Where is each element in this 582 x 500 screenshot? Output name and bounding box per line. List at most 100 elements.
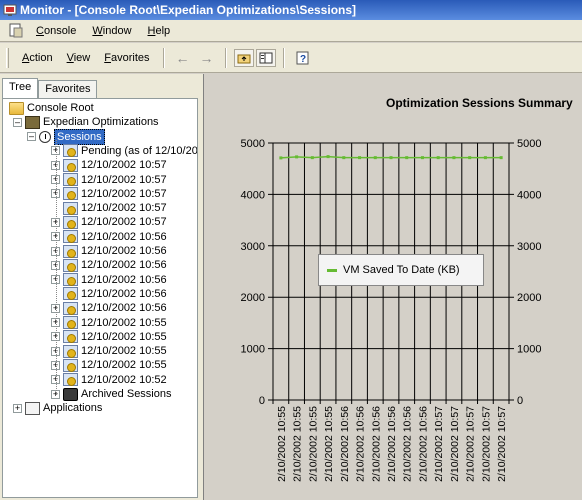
toolbar-grip[interactable] bbox=[6, 47, 9, 68]
x-tick-label: 2/10/2002 10:57 bbox=[465, 406, 477, 482]
tree-item-session[interactable]: +12/10/2002 10:52 bbox=[51, 373, 167, 387]
menu-window[interactable]: Window bbox=[84, 25, 139, 37]
tree-item-session[interactable]: +12/10/2002 10:56 bbox=[51, 301, 167, 315]
session-icon bbox=[63, 273, 78, 287]
data-point bbox=[295, 155, 299, 159]
archive-icon bbox=[63, 387, 78, 401]
menu-action[interactable]: Action bbox=[15, 52, 60, 64]
y-tick-label-left: 2000 bbox=[241, 292, 265, 304]
data-point bbox=[468, 156, 472, 160]
up-folder-icon[interactable] bbox=[233, 48, 254, 67]
tree-item-session[interactable]: 12/10/2002 10:56 bbox=[51, 287, 167, 301]
x-tick-label: 2/10/2002 10:57 bbox=[496, 406, 508, 482]
svg-text:?: ? bbox=[300, 54, 306, 65]
tree-item-applications[interactable]: + Applications bbox=[13, 401, 102, 415]
tree-item-session[interactable]: +12/10/2002 10:57 bbox=[51, 215, 167, 229]
data-point bbox=[279, 156, 283, 160]
tree-view[interactable]: Console Root – Expedian Optimizations – Sess… bbox=[2, 98, 198, 498]
tree-item-session[interactable]: +12/10/2002 10:57 bbox=[51, 173, 167, 187]
console-app-icon[interactable] bbox=[5, 21, 27, 41]
tree-label: Console Root bbox=[27, 102, 94, 114]
tree-item-session[interactable]: +12/10/2002 10:56 bbox=[51, 273, 167, 287]
data-point bbox=[310, 156, 314, 160]
x-tick-label: 2/10/2002 10:56 bbox=[370, 406, 382, 482]
tree-item-console-root[interactable]: Console Root bbox=[9, 101, 94, 115]
title-bar: Monitor - [Console Root\Expedian Optimiz… bbox=[0, 0, 582, 20]
tree-item-session[interactable]: + Archived Sessions bbox=[51, 387, 172, 401]
tree-label: 12/10/2002 10:57 bbox=[81, 173, 167, 186]
y-tick-label-left: 0 bbox=[259, 395, 265, 407]
tree-label: 12/10/2002 10:57 bbox=[81, 159, 167, 172]
menu-console[interactable]: Console bbox=[28, 25, 84, 37]
tree-label: Pending (as of 12/10/20 bbox=[81, 144, 198, 157]
y-tick-label-right: 5000 bbox=[517, 138, 541, 150]
tab-favorites[interactable]: Favorites bbox=[38, 80, 98, 98]
session-icon bbox=[63, 358, 78, 372]
line-chart: 0 0 1000 1000 2000 2000 3000 3000 4000 4000 5000 50… bbox=[241, 138, 542, 482]
menu-bar: Console Window Help bbox=[0, 20, 582, 42]
data-point bbox=[358, 156, 362, 160]
data-point bbox=[389, 156, 393, 160]
tree-item-session[interactable]: +12/10/2002 10:55 bbox=[51, 358, 167, 372]
tree-item-session[interactable]: +12/10/2002 10:57 bbox=[51, 158, 167, 172]
tree-connector bbox=[56, 139, 57, 396]
session-icon bbox=[63, 258, 78, 272]
session-icon bbox=[63, 158, 78, 172]
menu-help[interactable]: Help bbox=[140, 25, 179, 37]
y-tick-label-right: 3000 bbox=[517, 241, 541, 253]
menu-favorites[interactable]: Favorites bbox=[97, 52, 156, 64]
session-icon bbox=[63, 316, 78, 329]
toolbar: Action View Favorites ← → ? bbox=[0, 43, 582, 73]
menu-view[interactable]: View bbox=[60, 52, 98, 64]
session-icon bbox=[63, 301, 78, 315]
data-point bbox=[436, 156, 440, 160]
x-tick-label: 2/10/2002 10:55 bbox=[292, 406, 304, 482]
legend-label: VM Saved To Date (KB) bbox=[343, 264, 460, 276]
tree-item-session[interactable]: +12/10/2002 10:55 bbox=[51, 344, 167, 358]
show-hide-tree-icon[interactable] bbox=[255, 48, 276, 67]
session-icon bbox=[63, 144, 78, 158]
tree-item-session[interactable]: +12/10/2002 10:56 bbox=[51, 230, 167, 244]
snapin-icon bbox=[25, 115, 40, 129]
data-point bbox=[326, 155, 330, 159]
tree-label: 12/10/2002 10:55 bbox=[81, 345, 167, 358]
tree-label: 12/10/2002 10:56 bbox=[81, 302, 167, 315]
tab-tree[interactable]: Tree bbox=[2, 78, 39, 98]
tree-label: Archived Sessions bbox=[81, 388, 172, 400]
y-tick-label-right: 1000 bbox=[517, 344, 541, 356]
tree-item-expedian-optimizations[interactable]: – Expedian Optimizations bbox=[13, 115, 159, 129]
session-icon bbox=[63, 373, 78, 387]
tree-item-session[interactable]: 12/10/2002 10:57 bbox=[51, 201, 167, 215]
tree-label: 12/10/2002 10:55 bbox=[81, 330, 167, 343]
tree-label: 12/10/2002 10:56 bbox=[81, 259, 167, 272]
collapse-icon[interactable]: – bbox=[27, 132, 36, 142]
tree-item-session[interactable]: +12/10/2002 10:55 bbox=[51, 330, 167, 344]
forward-arrow-icon[interactable]: → bbox=[196, 48, 218, 68]
x-tick-label: 2/10/2002 10:57 bbox=[449, 406, 461, 482]
session-icon bbox=[63, 230, 78, 244]
collapse-icon[interactable]: – bbox=[13, 117, 22, 127]
tree-item-session[interactable]: +12/10/2002 10:55 bbox=[51, 316, 167, 330]
toolbar-separator bbox=[224, 47, 227, 68]
back-arrow-icon[interactable]: ← bbox=[172, 48, 194, 68]
tree-item-session[interactable]: +12/10/2002 10:56 bbox=[51, 244, 167, 258]
tree-label: 12/10/2002 10:55 bbox=[81, 316, 167, 329]
tree-label: Applications bbox=[43, 402, 103, 415]
tree-item-session[interactable]: +12/10/2002 10:56 bbox=[51, 258, 167, 272]
tree-item-session[interactable]: + Pending (as of 12/10/20 bbox=[51, 144, 198, 158]
tree-label: 12/10/2002 10:57 bbox=[81, 216, 167, 229]
y-tick-label-right: 0 bbox=[517, 395, 523, 407]
toolbar-separator bbox=[282, 47, 285, 68]
tree-label: Expedian Optimizations bbox=[43, 116, 159, 129]
expand-icon[interactable]: + bbox=[13, 403, 22, 413]
chart-legend: VM Saved To Date (KB) bbox=[318, 254, 484, 286]
tree-item-session[interactable]: +12/10/2002 10:57 bbox=[51, 187, 167, 201]
tree-label: 12/10/2002 10:57 bbox=[81, 202, 167, 215]
data-point bbox=[420, 156, 424, 160]
tree-item-sessions[interactable]: – Sessions bbox=[27, 128, 105, 145]
toolbar-separator bbox=[162, 47, 165, 68]
x-tick-label: 2/10/2002 10:57 bbox=[480, 406, 492, 482]
data-point bbox=[405, 156, 409, 160]
help-icon[interactable]: ? bbox=[292, 48, 314, 68]
x-tick-label: 2/10/2002 10:56 bbox=[355, 406, 367, 482]
